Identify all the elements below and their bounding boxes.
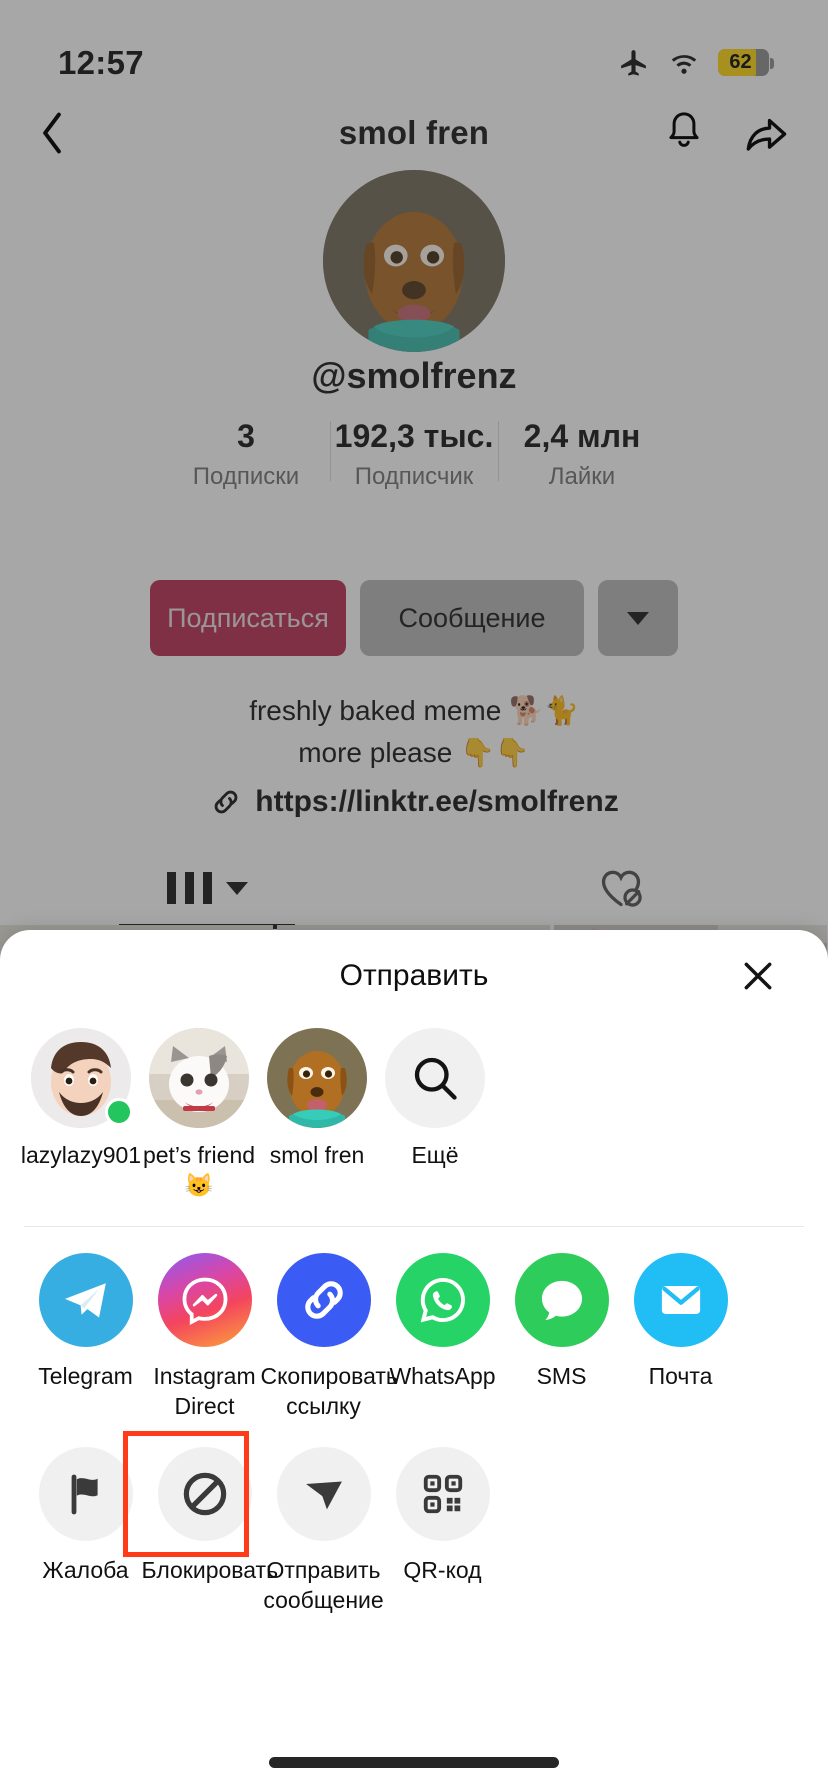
wifi-icon <box>671 54 697 74</box>
stat-label: Подписчик <box>354 463 474 490</box>
more-options-button[interactable] <box>598 580 678 656</box>
action-block[interactable]: Блокировать <box>123 1431 278 1615</box>
tab-videos[interactable] <box>0 855 414 921</box>
profile-link-text: https://linktr.ee/smolfrenz <box>255 785 619 818</box>
share-sheet-header: Отправить <box>0 930 828 1022</box>
flag-icon <box>38 1447 133 1541</box>
back-button[interactable] <box>30 111 74 155</box>
tab-hidden-likes[interactable] <box>414 855 828 921</box>
share-target-label: SMS <box>536 1363 587 1389</box>
bio-line-1: freshly baked meme 🐕🐈 <box>249 695 579 726</box>
hidden-likes-icon <box>601 870 642 907</box>
copy-link-icon <box>276 1253 371 1347</box>
whatsapp-icon <box>395 1253 490 1347</box>
action-send-message[interactable]: Отправить сообщение <box>263 1447 384 1615</box>
profile-link[interactable]: https://linktr.ee/smolfrenz <box>0 785 828 819</box>
share-target-telegram[interactable]: Telegram <box>26 1253 145 1421</box>
grid-videos-icon <box>166 872 212 904</box>
send-message-icon <box>276 1447 371 1541</box>
share-sheet-title: Отправить <box>339 959 489 992</box>
airplane-mode-icon <box>621 49 646 76</box>
contact-name: Ещё <box>411 1142 459 1168</box>
dog-avatar <box>323 170 505 352</box>
block-icon <box>157 1447 252 1541</box>
share-target-label: Скопировать ссылку <box>260 1363 398 1419</box>
stat-value: 192,3 тыс. <box>334 418 494 454</box>
contact-lazylazy901[interactable]: lazylazy901 <box>21 1028 141 1218</box>
avatar[interactable] <box>323 170 505 352</box>
search-button[interactable] <box>385 1028 485 1128</box>
action-qr-code[interactable]: QR-код <box>383 1447 502 1615</box>
nav-bar: smol fren <box>0 98 828 168</box>
share-target-label: WhatsApp <box>389 1363 496 1389</box>
action-report[interactable]: Жалоба <box>26 1447 145 1615</box>
contact-more[interactable]: Ещё <box>376 1028 494 1218</box>
contact-name: pet’s friend 😺 <box>142 1142 256 1198</box>
share-sheet: Отправить lazylazy901 pet’s friend 😺 smo… <box>0 930 828 1792</box>
action-label: Жалоба <box>42 1557 129 1583</box>
avatar <box>267 1028 367 1128</box>
share-actions-row: Жалоба Блокировать Отправить сообщение Q… <box>0 1421 828 1615</box>
close-button[interactable] <box>734 952 782 1000</box>
contact-smol-fren[interactable]: smol fren <box>258 1028 376 1218</box>
avatar <box>149 1028 249 1128</box>
battery-icon: 62 <box>718 48 774 78</box>
stat-label: Лайки <box>548 463 616 490</box>
status-bar: 12:57 62 <box>0 0 828 98</box>
profile-tabs <box>0 855 828 921</box>
dog-avatar <box>267 1028 367 1128</box>
contacts-row: lazylazy901 pet’s friend 😺 smol fren Ещё <box>0 1022 828 1218</box>
message-button[interactable]: Сообщение <box>360 580 584 656</box>
profile-stats: 3 Подписки 192,3 тыс. Подписчик 2,4 млн … <box>0 415 828 495</box>
instagram-direct-icon <box>157 1253 252 1347</box>
profile-bio: freshly baked meme 🐕🐈 more please 👇👇 <box>0 690 828 774</box>
share-target-sms[interactable]: SMS <box>502 1253 621 1421</box>
share-apps-row: Telegram Instagram Direct Скопировать сс… <box>0 1227 828 1421</box>
share-target-label: Instagram Direct <box>153 1363 256 1419</box>
contact-name: smol fren <box>269 1142 365 1168</box>
close-icon <box>744 962 772 990</box>
stat-value: 3 <box>237 418 255 454</box>
stat-likes[interactable]: 2,4 млн Лайки <box>498 415 666 495</box>
contact-name: lazylazy901 <box>20 1142 142 1168</box>
share-arrow-icon[interactable] <box>742 110 790 156</box>
avatar <box>31 1028 133 1128</box>
status-time: 12:57 <box>58 44 144 81</box>
sms-icon <box>514 1253 609 1347</box>
action-label: Блокировать <box>141 1557 279 1583</box>
profile-handle: @smolfrenz <box>311 355 517 396</box>
profile-action-row: Подписаться Сообщение <box>0 580 828 656</box>
online-indicator <box>105 1098 133 1126</box>
status-icons: 62 <box>617 47 774 80</box>
share-target-copy-link[interactable]: Скопировать ссылку <box>261 1253 398 1421</box>
stat-value: 2,4 млн <box>523 418 641 454</box>
cat-avatar <box>149 1028 249 1128</box>
share-target-label: Telegram <box>38 1363 133 1389</box>
home-indicator <box>269 1757 559 1768</box>
mail-icon <box>633 1253 728 1347</box>
telegram-icon <box>38 1253 133 1347</box>
stat-label: Подписки <box>192 463 300 490</box>
stat-followers[interactable]: 192,3 тыс. Подписчик <box>330 415 498 495</box>
qr-code-icon <box>395 1447 490 1541</box>
action-label: QR-код <box>403 1557 482 1583</box>
bell-icon[interactable] <box>662 110 706 156</box>
share-target-mail[interactable]: Почта <box>621 1253 740 1421</box>
action-label: Отправить сообщение <box>263 1557 384 1613</box>
share-target-label: Почта <box>648 1363 713 1389</box>
share-target-whatsapp[interactable]: WhatsApp <box>383 1253 502 1421</box>
follow-button[interactable]: Подписаться <box>150 580 346 656</box>
link-icon <box>214 790 238 814</box>
chevron-left-icon <box>43 112 61 154</box>
contact-pets-friend[interactable]: pet’s friend 😺 <box>140 1028 258 1218</box>
share-target-instagram-direct[interactable]: Instagram Direct <box>145 1253 264 1421</box>
chevron-down-icon <box>225 881 248 895</box>
battery-level: 62 <box>729 50 752 73</box>
stat-following[interactable]: 3 Подписки <box>162 415 330 495</box>
bio-line-2: more please 👇👇 <box>298 737 530 768</box>
search-icon <box>414 1057 457 1100</box>
chevron-down-icon <box>627 611 649 625</box>
